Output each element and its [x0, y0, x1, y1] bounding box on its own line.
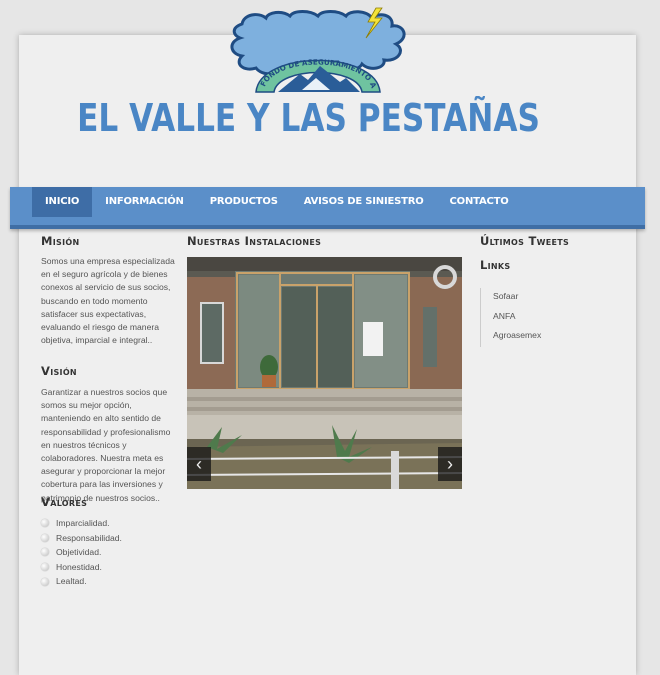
list-item: Responsabilidad. — [41, 531, 122, 546]
nav-item-informacion[interactable]: Información — [92, 187, 197, 217]
image-slider[interactable] — [187, 257, 462, 489]
bullet-icon — [41, 519, 49, 528]
chevron-right-icon[interactable]: › — [438, 447, 462, 481]
bullet-icon — [41, 548, 49, 557]
nav-item-inicio[interactable]: Inicio — [32, 187, 93, 217]
site-title[interactable]: EL VALLE Y LAS PESTAÑAS — [56, 96, 562, 140]
valores-heading: Valores — [41, 495, 88, 509]
nav-item-contacto[interactable]: Contacto — [437, 187, 522, 217]
site-logo[interactable]: FONDO DE ASEGURAMIENTO AGRÍCOLA — [220, 6, 416, 96]
valor-label: Imparcialidad. — [56, 518, 110, 528]
links-heading: Links — [480, 258, 511, 272]
list-item: Objetividad. — [41, 545, 122, 560]
bullet-icon — [41, 533, 49, 542]
link-agroasemex[interactable]: Agroasemex — [493, 327, 541, 347]
chevron-left-icon[interactable]: ‹ — [187, 447, 211, 481]
list-item: Lealtad. — [41, 574, 122, 589]
valor-label: Responsabilidad. — [56, 532, 122, 543]
vision-text: Garantizar a nuestros socios que somos s… — [41, 387, 171, 503]
building-photo — [187, 257, 462, 489]
nav-item-productos[interactable]: Productos — [197, 187, 291, 217]
bullet-icon — [41, 577, 49, 586]
valor-label: Lealtad. — [56, 576, 87, 587]
bullet-icon — [41, 563, 49, 572]
list-item: Honestidad. — [41, 560, 122, 575]
instalaciones-heading: Nuestras Instalaciones — [187, 234, 322, 248]
valores-list: Imparcialidad. Responsabilidad. Objetivi… — [41, 516, 122, 589]
mision-text: Somos una empresa especializada en el se… — [41, 256, 175, 346]
nav-list: Inicio Información Productos Avisos de S… — [32, 187, 522, 217]
links-list: Sofaar ANFA Agroasemex — [480, 288, 541, 347]
tweets-heading: Últimos Tweets — [480, 234, 570, 248]
list-item: Imparcialidad. — [41, 516, 122, 531]
valor-label: Objetividad. — [56, 547, 102, 558]
mision-heading: Misión — [41, 234, 80, 248]
valor-label: Honestidad. — [56, 561, 102, 572]
nav-item-avisos-de-siniestro[interactable]: Avisos de Siniestro — [291, 187, 437, 217]
main-navigation: Inicio Información Productos Avisos de S… — [10, 187, 645, 229]
link-sofaar[interactable]: Sofaar — [493, 288, 541, 308]
link-anfa[interactable]: ANFA — [493, 308, 541, 328]
vision-heading: Visión — [41, 364, 77, 378]
